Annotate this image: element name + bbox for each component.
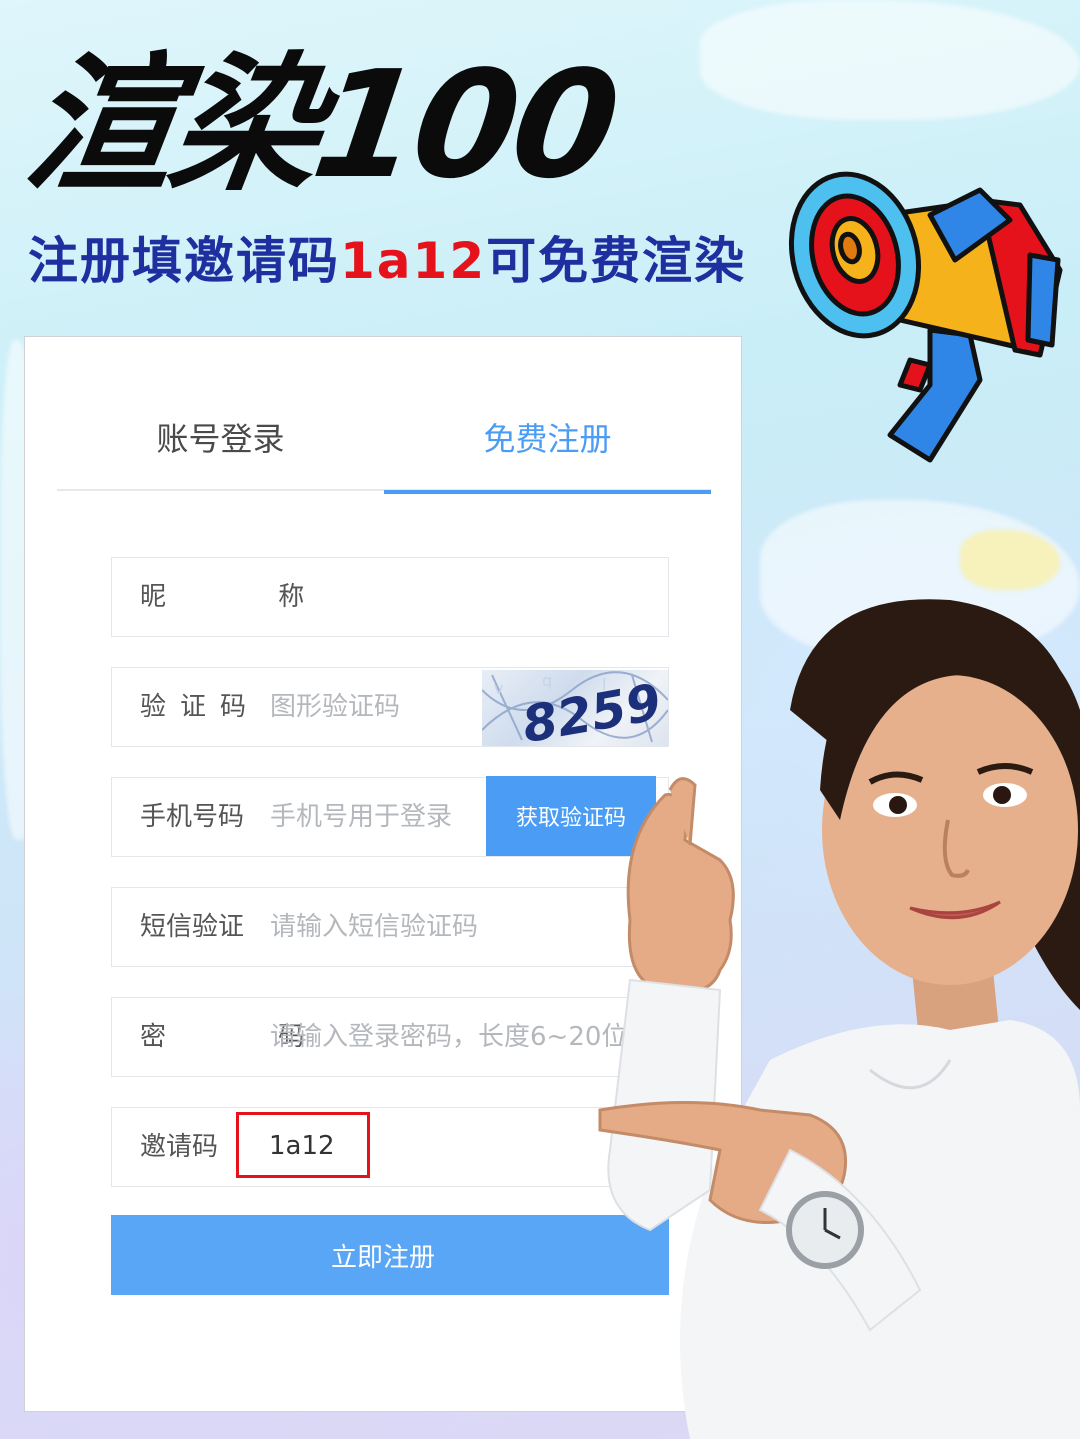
tab-account-login[interactable]: 账号登录	[57, 397, 384, 491]
invite-input[interactable]	[269, 1121, 365, 1171]
hero-subtitle: 注册填邀请码1a12可免费渲染	[28, 226, 746, 296]
svg-text:v: v	[494, 679, 503, 698]
hero-subtitle-prefix: 注册填邀请码	[28, 232, 340, 290]
captcha-label: 验证码	[140, 692, 261, 722]
invite-label: 邀请码	[140, 1132, 219, 1162]
sms-label: 短信验证	[140, 912, 245, 942]
tab-free-register[interactable]: 免费注册	[384, 397, 711, 494]
hero-subtitle-suffix: 可免费渲染	[486, 232, 747, 290]
invite-highlight-box	[236, 1112, 370, 1178]
phone-input[interactable]	[270, 792, 470, 842]
hero-title: 渲染100	[15, 39, 626, 211]
sms-input[interactable]	[270, 902, 570, 952]
nickname-input[interactable]	[270, 572, 570, 622]
phone-label: 手机号码	[140, 802, 245, 832]
svg-text:q: q	[542, 671, 552, 690]
woman-pointing-image	[598, 599, 1080, 1439]
megaphone-icon	[788, 171, 1063, 463]
auth-tabs: 账号登录 免费注册	[57, 397, 711, 494]
hero-subtitle-code: 1a12	[340, 232, 487, 290]
